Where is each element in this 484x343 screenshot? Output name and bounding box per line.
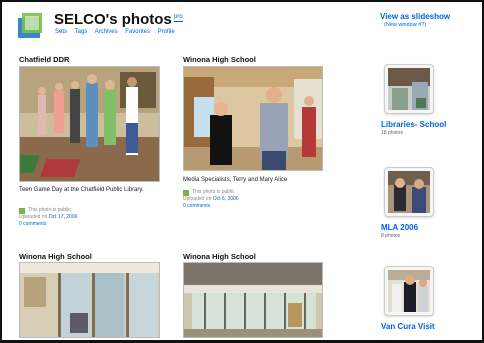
set-title[interactable]: Van Cura Visit	[381, 322, 441, 331]
photo-title[interactable]: Chatfield DDR	[19, 55, 69, 64]
uploaded-date-link[interactable]: Oct 17, 2006	[49, 214, 78, 220]
photo-thumbnail[interactable]	[19, 262, 160, 338]
buddy-icon[interactable]	[16, 10, 46, 40]
photo-caption: Teen Game Day at the Chatfield Public Li…	[19, 187, 144, 193]
privacy-text: This photo is public	[192, 189, 235, 195]
slideshow-new-window-link[interactable]: (New window #?)	[384, 22, 450, 28]
set-count: 8 photos	[381, 233, 401, 239]
photo-thumbnail[interactable]	[183, 262, 323, 338]
nav-archives[interactable]: Archives	[95, 29, 118, 35]
set-count: 18 photos	[381, 130, 403, 136]
set-item[interactable]: Libraries- School 18 photos	[381, 64, 446, 136]
nav-tags[interactable]: Tags	[75, 29, 88, 35]
privacy-text: This photo is public	[28, 207, 71, 213]
slideshow-link-block: View as slideshow (New window #?)	[380, 12, 450, 28]
page-title: SELCO's photos	[54, 11, 172, 28]
set-item[interactable]: MLA 2006 8 photos	[381, 167, 441, 239]
set-thumbnail[interactable]	[384, 64, 434, 114]
photo-meta: This photo is public Uploaded on Oct 17,…	[19, 207, 77, 228]
comments-link[interactable]: 0 comments	[19, 221, 46, 227]
photo-thumbnail[interactable]	[19, 66, 160, 182]
photostream-nav: Sets Tags Archives Favorites Profile	[55, 29, 181, 35]
uploaded-date-link[interactable]: Oct 6, 2006	[213, 196, 239, 202]
photo-title[interactable]: Winona High School	[183, 252, 256, 261]
set-item[interactable]: Van Cura Visit	[381, 266, 441, 331]
public-icon	[183, 189, 189, 196]
set-title[interactable]: Libraries- School	[381, 120, 446, 129]
pro-badge[interactable]: pro	[174, 14, 183, 22]
set-thumbnail[interactable]	[384, 266, 434, 316]
photo-title[interactable]: Winona High School	[19, 252, 92, 261]
comments-link[interactable]: 0 comments	[183, 203, 210, 209]
set-thumbnail[interactable]	[384, 167, 434, 217]
photo-thumbnail[interactable]	[183, 66, 323, 171]
photo-title[interactable]: Winona High School	[183, 55, 256, 64]
photo-meta: This photo is public Uploaded on Oct 6, …	[183, 189, 239, 210]
uploaded-prefix: Uploaded on	[183, 196, 212, 202]
public-icon	[19, 207, 25, 214]
nav-profile[interactable]: Profile	[158, 29, 175, 35]
photo-caption: Media Specialists, Terry and Mary Alice	[183, 177, 288, 183]
set-title[interactable]: MLA 2006	[381, 223, 441, 232]
nav-favorites[interactable]: Favorites	[125, 29, 150, 35]
view-slideshow-link[interactable]: View as slideshow	[380, 12, 450, 21]
nav-sets[interactable]: Sets	[55, 29, 67, 35]
uploaded-prefix: Uploaded on	[19, 214, 48, 220]
